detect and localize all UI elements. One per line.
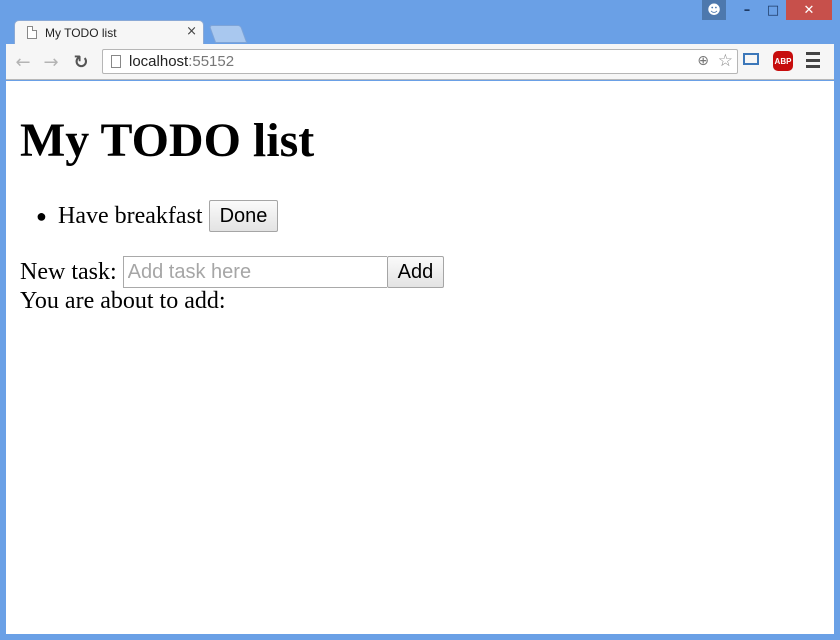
forward-arrow-icon[interactable]: →	[40, 51, 62, 73]
title-bar: My TODO list × ☻ – □ ✕	[0, 0, 840, 45]
new-task-label: New task:	[20, 258, 117, 285]
menu-icon[interactable]	[806, 52, 820, 68]
reload-icon[interactable]: ↻	[70, 51, 92, 73]
list-item: ● Have breakfast Done	[36, 199, 279, 233]
add-button[interactable]: Add	[386, 256, 445, 288]
window-controls: ☻ – □ ✕	[702, 0, 832, 21]
new-tab-button[interactable]	[208, 25, 248, 43]
minimize-button[interactable]: –	[734, 0, 760, 20]
done-button[interactable]: Done	[208, 200, 279, 232]
zoom-icon[interactable]: ⊕	[697, 53, 709, 69]
url-host: localhost	[129, 53, 189, 70]
star-icon[interactable]: ☆	[718, 51, 733, 71]
browser-toolbar: ← → ↻ localhost:55152 ⊕ ☆ ABP	[6, 44, 834, 80]
task-input[interactable]	[122, 256, 387, 288]
tab-close-icon[interactable]: ×	[186, 24, 197, 39]
browser-window: My TODO list × ☻ – □ ✕ ← → ↻ localhost:5…	[0, 0, 840, 640]
page-icon	[111, 55, 121, 68]
address-bar[interactable]: localhost:55152 ⊕ ☆	[102, 49, 738, 74]
about-to-add-text: You are about to add:	[20, 288, 226, 314]
browser-tab[interactable]: My TODO list ×	[14, 20, 204, 45]
cast-icon[interactable]	[743, 53, 759, 65]
close-window-button[interactable]: ✕	[786, 0, 832, 20]
adblock-icon[interactable]: ABP	[773, 51, 793, 71]
page-content: My TODO list ● Have breakfast Done New t…	[6, 81, 834, 634]
back-arrow-icon[interactable]: ←	[12, 51, 34, 73]
todo-text: Have breakfast	[58, 202, 203, 229]
bullet-icon: ●	[36, 205, 47, 226]
url-text: localhost:55152	[129, 53, 234, 70]
tab-title: My TODO list	[45, 26, 117, 40]
page-icon	[27, 26, 37, 39]
page-title: My TODO list	[20, 114, 315, 167]
new-task-row: New task: Add	[20, 256, 445, 288]
maximize-button[interactable]: □	[760, 0, 786, 20]
todo-list: ● Have breakfast Done	[36, 199, 279, 233]
user-profile-icon[interactable]: ☻	[702, 0, 726, 20]
url-port: :55152	[188, 53, 235, 70]
